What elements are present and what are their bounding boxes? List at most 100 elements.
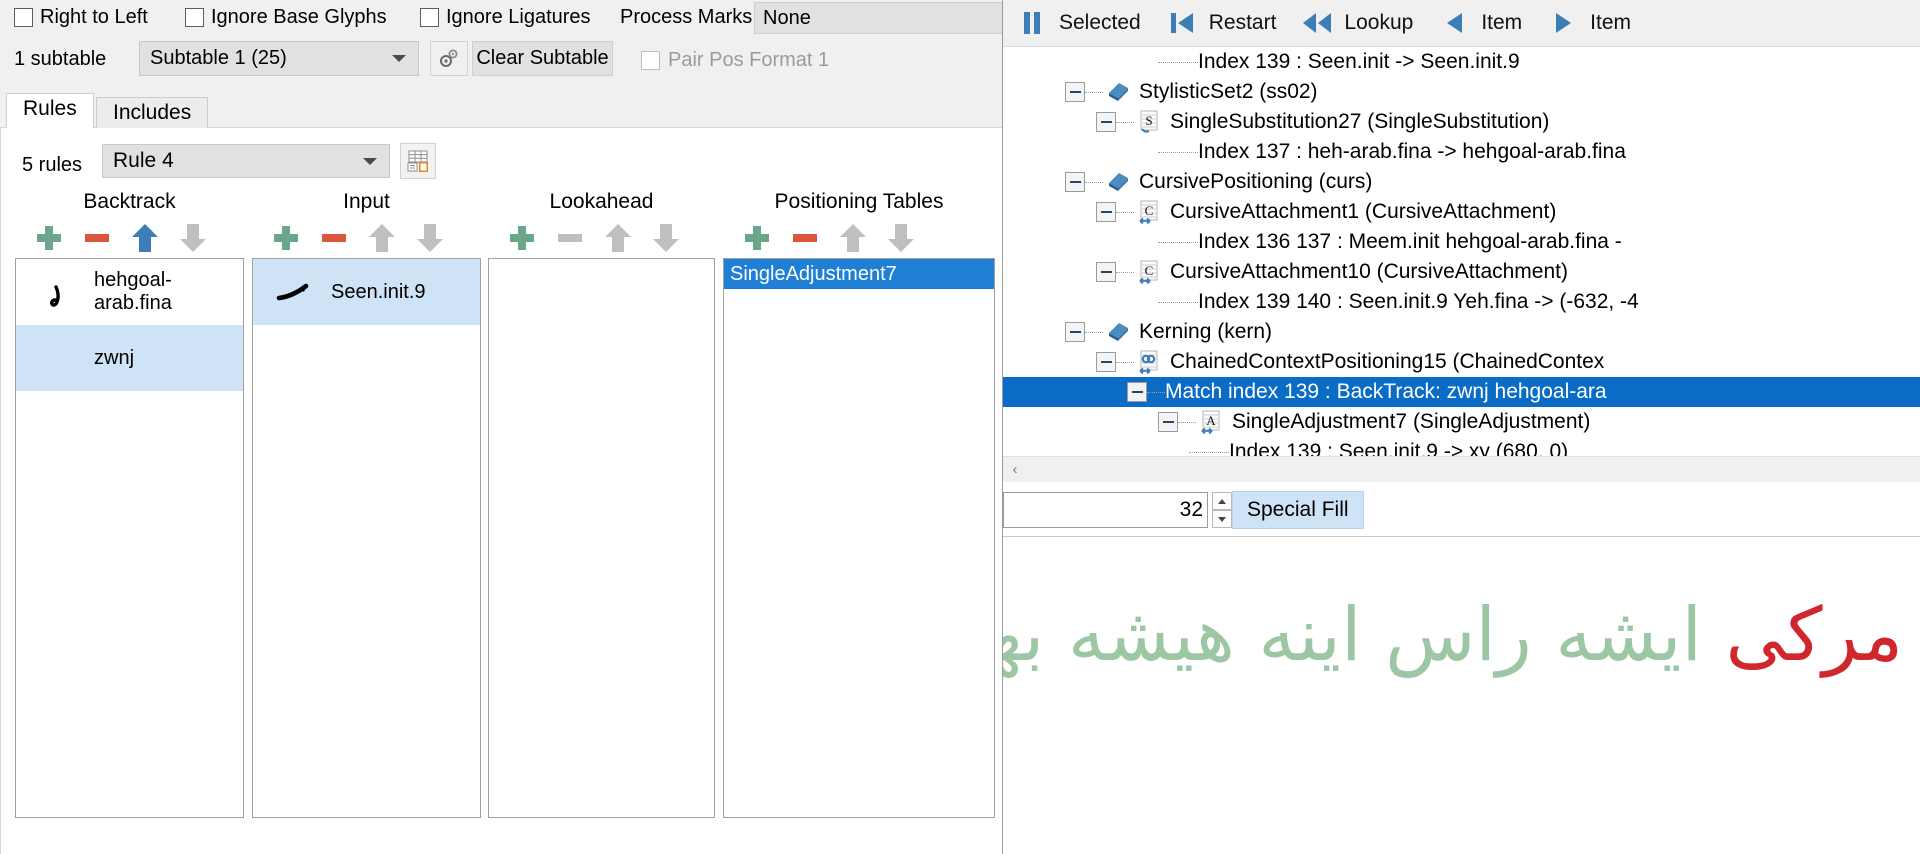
tree-row-label: Index 136 137 : Meem.init hehgoal-arab.f… (1198, 230, 1622, 253)
clear-subtable-button[interactable]: Clear Subtable (472, 41, 613, 76)
tree-collapse-toggle-icon[interactable] (1096, 112, 1116, 132)
tree-row[interactable]: C CursiveAttachment10 (CursiveAttachment) (1003, 257, 1920, 287)
stepper-down-button[interactable] (1212, 510, 1232, 528)
column-positioning-tables: Positioning Tables SingleAdjustment7 (723, 190, 995, 818)
chevron-down-icon (363, 157, 377, 165)
move-up-positioning-button[interactable] (833, 221, 873, 255)
feature-icon (1103, 79, 1133, 105)
stepper-up-button[interactable] (1212, 492, 1232, 510)
lookahead-list[interactable] (488, 258, 715, 818)
table-grid-icon (407, 150, 428, 172)
remove-backtrack-button[interactable] (77, 221, 117, 255)
tree-collapse-toggle-icon[interactable] (1127, 382, 1147, 402)
list-item[interactable]: hehgoal-arab.fina (16, 259, 243, 325)
list-item[interactable]: Seen.init.9 (253, 259, 480, 325)
tree-row[interactable]: Index 139 140 : Seen.init.9 Yeh.fina -> … (1003, 287, 1920, 317)
tree-collapse-toggle-icon[interactable] (1096, 352, 1116, 372)
checkbox-right-to-left[interactable]: Right to Left (14, 4, 148, 30)
lookup-trace-tree[interactable]: Index 139 : Seen.init -> Seen.init.9 Styl… (1003, 47, 1920, 456)
subtable-combo[interactable]: Subtable 1 (25) (139, 41, 419, 76)
special-fill-input[interactable]: 32 (1003, 492, 1208, 528)
tree-row[interactable]: Index 137 : heh-arab.fina -> hehgoal-ara… (1003, 137, 1920, 167)
tree-connector (1116, 211, 1134, 213)
positioning-tables-list[interactable]: SingleAdjustment7 (723, 258, 995, 818)
tab-includes[interactable]: Includes (96, 97, 209, 129)
pair-pos-format-1-label: Pair Pos Format 1 (668, 49, 830, 71)
remove-lookahead-button[interactable] (550, 221, 590, 255)
tree-row[interactable]: StylisticSet2 (ss02) (1003, 77, 1920, 107)
tree-row-label: Index 139 : Seen.init -> Seen.init.9 (1198, 50, 1520, 73)
rule-grid-view-button[interactable] (400, 143, 436, 179)
tree-row[interactable]: Kerning (kern) (1003, 317, 1920, 347)
subtable-settings-button[interactable] (430, 41, 468, 76)
backtrack-list[interactable]: hehgoal-arab.fina zwnj (15, 258, 244, 818)
list-item[interactable]: SingleAdjustment7 (724, 259, 994, 289)
tree-collapse-toggle-icon[interactable] (1065, 172, 1085, 192)
nav-lookup-button[interactable]: Lookup (1288, 0, 1425, 47)
tree-row[interactable]: CursivePositioning (curs) (1003, 167, 1920, 197)
move-up-input-button[interactable] (362, 221, 402, 255)
tree-row-label: CursiveAttachment10 (CursiveAttachment) (1170, 260, 1568, 283)
nav-restart-button[interactable]: Restart (1153, 0, 1289, 47)
checkbox-ignore-base-glyphs[interactable]: Ignore Base Glyphs (185, 4, 387, 30)
tree-collapse-toggle-icon[interactable] (1096, 262, 1116, 282)
arrow-down-icon (180, 224, 206, 252)
tree-connector (1116, 271, 1134, 273)
minus-icon (558, 234, 582, 242)
remove-positioning-button[interactable] (785, 221, 825, 255)
tab-rules[interactable]: Rules (6, 93, 94, 129)
move-down-lookahead-button[interactable] (646, 221, 686, 255)
remove-input-button[interactable] (314, 221, 354, 255)
move-down-positioning-button[interactable] (881, 221, 921, 255)
tree-row[interactable]: A SingleAdjustment7 (SingleAdjustment) (1003, 407, 1920, 437)
chained-icon (1134, 349, 1164, 375)
ignore-base-glyphs-checkbox-box[interactable] (185, 7, 204, 27)
process-marks-combo[interactable]: None (754, 2, 1044, 34)
tree-collapse-toggle-icon[interactable] (1065, 82, 1085, 102)
tree-row[interactable]: S SingleSubstitution27 (SingleSubstitutio… (1003, 107, 1920, 137)
right-to-left-checkbox-box[interactable] (14, 7, 33, 27)
add-input-button[interactable] (266, 221, 306, 255)
tree-collapse-toggle-icon[interactable] (1096, 202, 1116, 222)
scroll-left-icon[interactable]: ‹ (1003, 458, 1027, 482)
move-up-lookahead-button[interactable] (598, 221, 638, 255)
tree-collapse-toggle-icon[interactable] (1158, 412, 1178, 432)
list-item[interactable]: zwnj (16, 325, 243, 391)
plus-icon (37, 226, 61, 250)
seen-glyph-icon (276, 283, 309, 301)
text-preview-area[interactable]: مرکی ایشه‌ راس اینه‌ هیشه‌ بهشیری سه (1003, 536, 1920, 854)
move-down-backtrack-button[interactable] (173, 221, 213, 255)
tree-row[interactable]: Index 136 137 : Meem.init hehgoal-arab.f… (1003, 227, 1920, 257)
nav-selected-button[interactable]: Selected (1003, 0, 1153, 47)
input-list[interactable]: Seen.init.9 (252, 258, 481, 818)
subtable-combo-value: Subtable 1 (25) (150, 47, 287, 69)
rule-selector-combo[interactable]: Rule 4 (102, 144, 390, 178)
nav-next-item-button[interactable]: Item (1534, 0, 1643, 47)
preview-body-text: ایشه‌ راس اینه‌ هیشه‌ بهشیری سه (1003, 592, 1703, 678)
list-item-label: hehgoal-arab.fina (94, 269, 172, 314)
tree-row[interactable]: Index 139 : Seen.init.9 -> xy (680, 0) (1003, 437, 1920, 456)
ignore-ligatures-checkbox-box[interactable] (420, 7, 439, 27)
rewind-double-icon (1300, 8, 1334, 38)
tree-connector (1189, 451, 1229, 453)
tree-collapse-toggle-icon[interactable] (1065, 322, 1085, 342)
special-fill-button[interactable]: Special Fill (1232, 491, 1364, 529)
nav-restart-label: Restart (1208, 11, 1277, 34)
add-positioning-button[interactable] (737, 221, 777, 255)
add-lookahead-button[interactable] (502, 221, 542, 255)
tree-row[interactable]: C CursiveAttachment1 (CursiveAttachment) (1003, 197, 1920, 227)
minus-icon (322, 234, 346, 242)
tree-horizontal-scrollbar[interactable]: ‹ (1003, 456, 1920, 482)
checkbox-ignore-ligatures[interactable]: Ignore Ligatures (420, 4, 591, 30)
tree-row[interactable]: ChainedContextPositioning15 (ChainedCont… (1003, 347, 1920, 377)
special-fill-stepper[interactable] (1212, 492, 1232, 528)
add-backtrack-button[interactable] (29, 221, 69, 255)
tree-row[interactable]: Match index 139 : BackTrack: zwnj hehgoa… (1003, 377, 1920, 407)
move-down-input-button[interactable] (410, 221, 450, 255)
move-up-backtrack-button[interactable] (125, 221, 165, 255)
nav-prev-item-button[interactable]: Item (1425, 0, 1534, 47)
tree-row[interactable]: Index 139 : Seen.init -> Seen.init.9 (1003, 47, 1920, 77)
